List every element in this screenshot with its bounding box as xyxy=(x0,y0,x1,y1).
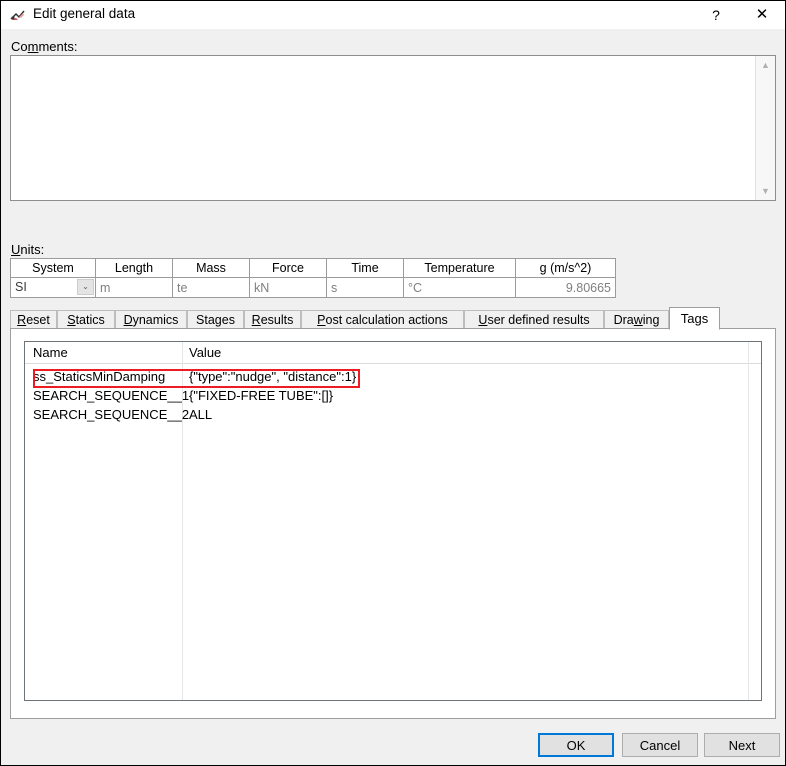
tags-list-header: Name Value xyxy=(25,342,761,364)
tab-stages-pre: Sta xyxy=(196,313,215,327)
units-col-gravity: g (m/s^2) xyxy=(515,258,616,278)
tab-udr-label: ser defined results xyxy=(487,313,590,327)
units-col-mass: Mass xyxy=(172,258,250,278)
tab-results-mnemonic: R xyxy=(251,313,261,327)
comments-input[interactable] xyxy=(11,56,756,200)
tab-reset-label: eset xyxy=(26,313,50,327)
tab-reset-mnemonic: R xyxy=(17,313,27,327)
units-col-time: Time xyxy=(326,258,404,278)
units-col-system: System xyxy=(10,258,96,278)
window-title: Edit general data xyxy=(33,6,136,21)
comments-scrollbar[interactable]: ▲ ▼ xyxy=(755,56,775,200)
units-length-value: m xyxy=(95,277,173,298)
comments-label: Comments: xyxy=(11,39,77,54)
tab-tags[interactable]: Tags xyxy=(669,307,720,330)
tab-dynamics[interactable]: Dynamics xyxy=(115,310,187,329)
scroll-down-icon[interactable]: ▼ xyxy=(756,182,775,200)
comments-label-mnemonic: m xyxy=(27,39,39,54)
units-header-row: System Length Mass Force Time Temperatur… xyxy=(10,258,616,278)
chevron-down-icon[interactable]: ⌄ xyxy=(77,279,94,295)
units-temperature-value: °C xyxy=(403,277,516,298)
units-gravity-value: 9.80665 xyxy=(515,277,616,298)
cancel-button[interactable]: Cancel xyxy=(622,733,698,757)
table-row[interactable]: ss_StaticsMinDamping {"type":"nudge", "d… xyxy=(25,368,761,387)
tab-tags-mnemonic: g xyxy=(694,311,702,326)
close-icon[interactable]: ✕ xyxy=(739,1,785,29)
units-label: Units: xyxy=(11,242,44,257)
tab-drawing-mnemonic: w xyxy=(633,313,643,327)
list-col-name[interactable]: Name xyxy=(33,345,68,360)
comments-label-post: ments: xyxy=(38,39,78,54)
tag-name-2: SEARCH_SEQUENCE__2 xyxy=(33,407,190,422)
units-mass-value: te xyxy=(172,277,250,298)
tab-tags-label: s xyxy=(701,311,709,326)
list-col-value[interactable]: Value xyxy=(189,345,221,360)
tab-stages-mnemonic: g xyxy=(214,313,222,327)
tab-user-defined-results[interactable]: User defined results xyxy=(464,310,604,329)
ok-button[interactable]: OK xyxy=(538,733,614,757)
next-button[interactable]: Next xyxy=(704,733,780,757)
help-icon[interactable]: ? xyxy=(693,1,739,29)
units-system-value: SI xyxy=(15,280,27,294)
tab-drawing[interactable]: Drawing xyxy=(604,310,669,329)
table-row[interactable]: SEARCH_SEQUENCE__1 {"FIXED-FREE TUBE":[]… xyxy=(25,387,761,406)
tab-statics-label: tatics xyxy=(75,313,105,327)
dialog-body: Comments: ▲ ▼ Units: System Length Mass … xyxy=(1,29,785,719)
tag-value-1: {"FIXED-FREE TUBE":[]} xyxy=(189,388,334,403)
tab-statics-mnemonic: S xyxy=(67,313,76,327)
units-value-row: SI ⌄ m te kN s °C 9.80665 xyxy=(10,277,616,298)
dialog-footer: OK Cancel Next xyxy=(1,719,785,765)
tab-post-calculation-actions[interactable]: Post calculation actions xyxy=(301,310,464,329)
tag-name-1: SEARCH_SEQUENCE__1 xyxy=(33,388,190,403)
tab-stages-label: es xyxy=(221,313,235,327)
edit-general-data-dialog: Edit general data ? ✕ Comments: ▲ ▼ Unit… xyxy=(0,0,786,766)
units-col-length: Length xyxy=(95,258,173,278)
table-row[interactable]: SEARCH_SEQUENCE__2 ALL xyxy=(25,406,761,425)
units-col-temperature: Temperature xyxy=(403,258,516,278)
tag-value-0: {"type":"nudge", "distance":1} xyxy=(189,369,357,384)
units-label-mnemonic: U xyxy=(11,242,21,257)
units-force-value: kN xyxy=(249,277,327,298)
tab-post-calc-mnemonic: P xyxy=(317,313,326,327)
tab-drawing-label: ing xyxy=(642,313,660,327)
tag-name-0: ss_StaticsMinDamping xyxy=(33,369,166,384)
tab-drawing-pre: Dra xyxy=(613,313,634,327)
comments-label-pre: Co xyxy=(11,39,28,54)
units-col-force: Force xyxy=(249,258,327,278)
tab-reset[interactable]: Reset xyxy=(10,310,57,329)
units-time-value: s xyxy=(326,277,404,298)
tags-tab-panel: Name Value ss_StaticsMinDamping {"type":… xyxy=(10,328,776,719)
comments-box: ▲ ▼ xyxy=(10,55,776,201)
tab-post-calc-label: ost calculation actions xyxy=(325,313,448,327)
tab-results-label: esults xyxy=(260,313,294,327)
tab-statics[interactable]: Statics xyxy=(57,310,115,329)
units-table: System Length Mass Force Time Temperatur… xyxy=(10,258,616,298)
tab-strip: Reset Statics Dynamics Stages Results Po… xyxy=(10,307,776,330)
title-bar: Edit general data ? ✕ xyxy=(1,1,785,30)
tab-dynamics-label: ynamics xyxy=(132,313,179,327)
tab-results[interactable]: Results xyxy=(244,310,301,329)
app-icon xyxy=(10,7,26,23)
units-system-dropdown[interactable]: SI ⌄ xyxy=(10,277,96,298)
tab-dynamics-mnemonic: D xyxy=(123,313,133,327)
tab-stages[interactable]: Stages xyxy=(187,310,244,329)
tags-list[interactable]: Name Value ss_StaticsMinDamping {"type":… xyxy=(24,341,762,701)
tag-value-2: ALL xyxy=(189,407,213,422)
tab-tags-pre: Ta xyxy=(680,311,695,326)
units-label-post: nits: xyxy=(20,242,45,257)
scroll-up-icon[interactable]: ▲ xyxy=(756,56,775,74)
